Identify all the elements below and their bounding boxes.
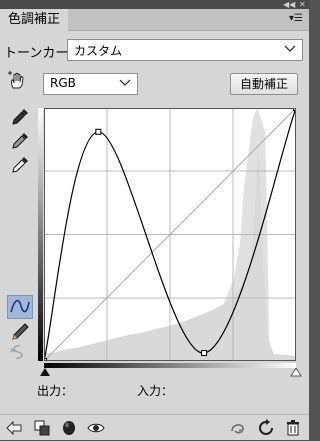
output-gradient-bar xyxy=(38,108,43,361)
gray-point-eyedropper-icon[interactable] xyxy=(10,131,30,151)
pencil-draw-icon[interactable] xyxy=(10,322,30,342)
black-point-slider[interactable] xyxy=(39,368,51,378)
white-point-slider[interactable] xyxy=(290,368,302,378)
panel-tab-bar: 色調補正 ▾☰ xyxy=(0,9,309,31)
curve-icon xyxy=(10,299,30,313)
channel-value: RGB xyxy=(50,76,76,90)
eye-icon[interactable] xyxy=(87,419,105,437)
chevron-down-icon xyxy=(119,79,131,86)
panel-menu-icon[interactable]: ▾☰ xyxy=(289,13,303,25)
smooth-curve-icon xyxy=(10,345,23,359)
back-arrow-icon[interactable] xyxy=(5,419,23,437)
panel-bottom-toolbar xyxy=(0,414,309,441)
curve-control-point[interactable] xyxy=(95,128,102,135)
preset-row: トーンカーブ カスタム xyxy=(4,39,304,61)
curves-graph[interactable] xyxy=(44,108,296,361)
tab-adjustments[interactable]: 色調補正 xyxy=(0,9,69,31)
input-label: 入力： xyxy=(137,384,174,398)
adjustments-panel: 色調補正 ▾☰ トーンカーブ カスタム RGB 自動補正 出力： 入力： xyxy=(0,9,309,440)
curve-edit-points-button[interactable] xyxy=(7,295,33,319)
previous-state-icon[interactable] xyxy=(60,419,78,437)
curve-control-point[interactable] xyxy=(201,350,208,357)
trash-icon[interactable] xyxy=(284,419,302,437)
preset-select[interactable]: カスタム xyxy=(67,39,303,61)
auto-button[interactable]: 自動補正 xyxy=(230,73,298,95)
input-gradient-bar xyxy=(44,363,296,368)
white-point-eyedropper-icon[interactable] xyxy=(10,155,30,175)
view-previous-state-icon[interactable] xyxy=(229,419,247,437)
chevron-down-icon xyxy=(284,45,296,52)
preset-value: カスタム xyxy=(74,44,123,58)
output-label: 出力： xyxy=(37,384,74,398)
black-point-eyedropper-icon[interactable] xyxy=(10,107,30,127)
clip-to-layer-icon[interactable] xyxy=(33,419,51,437)
panel-dock-strip: ◀◀ ✕ xyxy=(0,0,309,9)
channel-select[interactable]: RGB xyxy=(43,73,138,95)
reset-icon[interactable] xyxy=(257,419,275,437)
close-icon[interactable]: ✕ xyxy=(299,0,306,9)
collapse-arrows-icon[interactable]: ◀◀ xyxy=(283,0,295,9)
target-adjust-hand-icon[interactable] xyxy=(7,71,27,91)
